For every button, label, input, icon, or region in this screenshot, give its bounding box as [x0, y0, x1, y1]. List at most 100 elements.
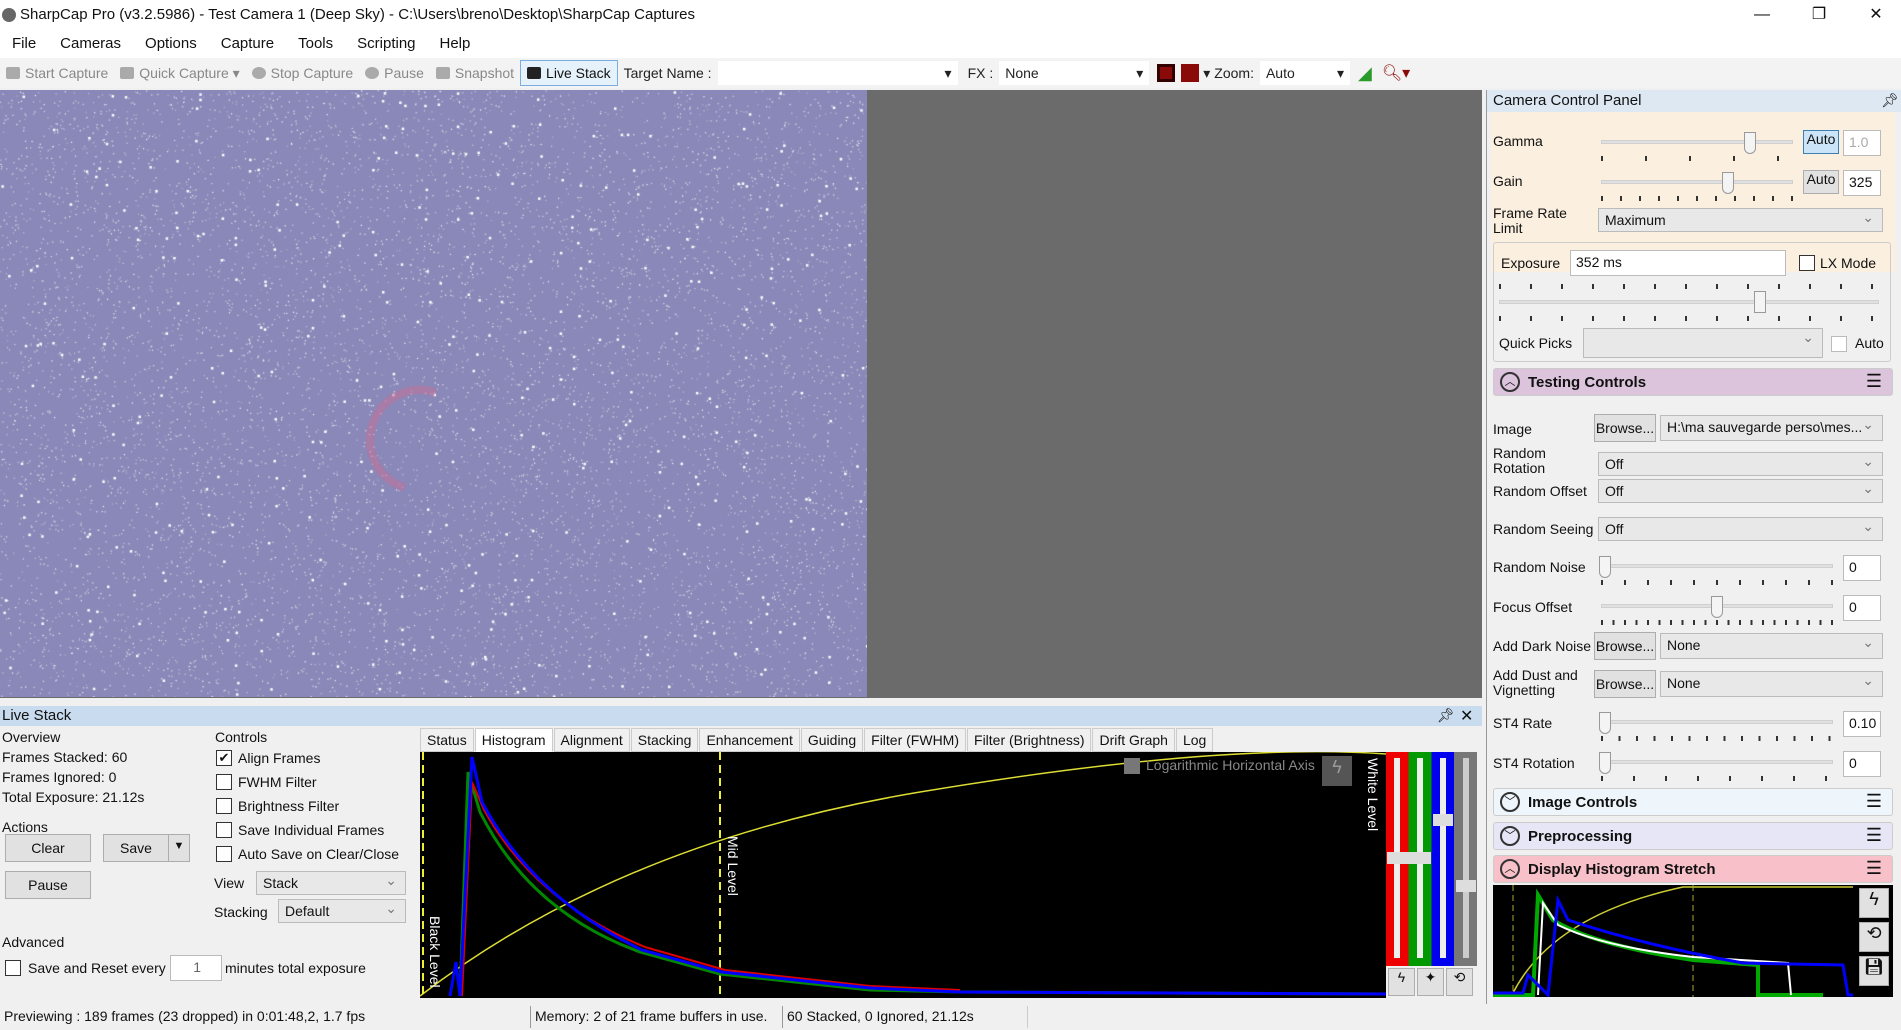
- collapse-icon[interactable]: ︿: [1500, 372, 1520, 392]
- exposure-slider[interactable]: [1499, 300, 1879, 304]
- random-noise-value[interactable]: 0: [1843, 555, 1881, 581]
- gamma-value[interactable]: 1.0: [1843, 130, 1881, 156]
- tab-log[interactable]: Log: [1175, 728, 1214, 752]
- tab-filter-fwhm-[interactable]: Filter (FWHM): [864, 728, 967, 752]
- channel-slider-thumb[interactable]: [1433, 814, 1453, 826]
- minutes-stepper[interactable]: 1: [170, 955, 222, 981]
- preprocessing-header[interactable]: ﹀ Preprocessing ☰: [1493, 822, 1893, 850]
- focus-offset-slider-thumb[interactable]: [1711, 596, 1723, 618]
- st4-rotation-slider-thumb[interactable]: [1599, 752, 1611, 774]
- menu-file[interactable]: File: [0, 35, 48, 52]
- start-capture-button[interactable]: Start Capture: [0, 60, 114, 86]
- quick-picks-auto-checkbox[interactable]: [1831, 336, 1847, 352]
- control-checkbox[interactable]: [216, 798, 232, 814]
- tab-alignment[interactable]: Alignment: [553, 728, 630, 752]
- control-checkbox[interactable]: [216, 822, 232, 838]
- menu-icon[interactable]: ☰: [1866, 371, 1882, 392]
- tab-enhancement[interactable]: Enhancement: [699, 728, 800, 752]
- dust-browse-button[interactable]: Browse...: [1594, 670, 1656, 698]
- gamma-slider-thumb[interactable]: [1744, 132, 1757, 154]
- display-stretch-histogram[interactable]: [1493, 885, 1893, 997]
- st4-rotation-slider[interactable]: [1601, 760, 1833, 764]
- auto-stretch-lightning-icon[interactable]: ϟ: [1859, 888, 1889, 918]
- close-button[interactable]: ✕: [1848, 0, 1901, 29]
- snapshot-button[interactable]: Snapshot: [430, 60, 520, 86]
- tab-filter-brightness-[interactable]: Filter (Brightness): [967, 728, 1092, 752]
- level-sliders[interactable]: [1386, 752, 1477, 966]
- menu-help[interactable]: Help: [428, 35, 483, 52]
- random-noise-slider-thumb[interactable]: [1599, 556, 1611, 578]
- channel-slider-thumb[interactable]: [1387, 852, 1431, 864]
- channel-slider-thumb[interactable]: [1456, 880, 1476, 892]
- save-button[interactable]: Save: [103, 834, 169, 862]
- tab-stacking[interactable]: Stacking: [630, 728, 699, 752]
- gain-slider[interactable]: [1601, 180, 1793, 184]
- pause-button[interactable]: Pause: [5, 871, 91, 899]
- pin-icon[interactable]: 📌︎: [1437, 707, 1455, 724]
- reticle-icon[interactable]: [1181, 64, 1200, 82]
- tab-guiding[interactable]: Guiding: [800, 728, 864, 752]
- stop-capture-button[interactable]: Stop Capture: [246, 60, 360, 86]
- gain-slider-thumb[interactable]: [1721, 172, 1734, 194]
- dark-noise-browse-button[interactable]: Browse...: [1594, 632, 1656, 660]
- captured-image[interactable]: [0, 90, 867, 697]
- target-name-combo[interactable]: ▾: [717, 61, 958, 85]
- image-controls-header[interactable]: ﹀ Image Controls ☰: [1493, 788, 1893, 816]
- stack-histogram[interactable]: [420, 752, 1386, 998]
- fx-combo[interactable]: None ▾: [999, 61, 1150, 85]
- magnifier-icon[interactable]: 🔍︎▾: [1382, 63, 1410, 83]
- lightning-icon[interactable]: ϟ: [1388, 968, 1415, 996]
- gain-value[interactable]: 325: [1843, 170, 1881, 196]
- menu-icon[interactable]: ☰: [1866, 791, 1882, 812]
- tab-status[interactable]: Status: [420, 728, 474, 752]
- random-seeing-select[interactable]: Off: [1598, 517, 1883, 541]
- st4-rate-slider[interactable]: [1601, 720, 1833, 724]
- st4-rotation-value[interactable]: 0: [1843, 751, 1881, 777]
- pause-button[interactable]: Pause: [359, 60, 430, 86]
- dark-noise-select[interactable]: None: [1660, 633, 1883, 659]
- control-checkbox[interactable]: [216, 846, 232, 862]
- menu-capture[interactable]: Capture: [209, 35, 286, 52]
- star-icon[interactable]: ✦: [1417, 968, 1444, 996]
- save-dropdown-icon[interactable]: ▼: [168, 834, 190, 862]
- maximize-button[interactable]: ❐: [1791, 0, 1847, 29]
- focus-box-icon[interactable]: [1157, 64, 1176, 82]
- image-select[interactable]: H:\ma sauvegarde perso\mes...: [1660, 415, 1883, 441]
- tab-histogram[interactable]: Histogram: [474, 728, 553, 752]
- testing-controls-header[interactable]: ︿ Testing Controls ☰: [1493, 368, 1893, 396]
- quick-picks-select[interactable]: [1583, 328, 1823, 358]
- lx-mode-checkbox[interactable]: [1799, 255, 1815, 271]
- minimize-button[interactable]: —: [1734, 0, 1790, 29]
- reset-stretch-icon[interactable]: ⟲: [1859, 922, 1889, 952]
- pin-icon[interactable]: 📌︎: [1881, 92, 1899, 109]
- st4-rate-slider-thumb[interactable]: [1599, 712, 1611, 734]
- auto-stretch-lightning-icon[interactable]: ϟ: [1322, 756, 1352, 786]
- control-checkbox[interactable]: ✔: [216, 750, 232, 766]
- stacking-select[interactable]: Default: [278, 899, 406, 923]
- quick-capture-button[interactable]: Quick Capture ▾: [114, 60, 245, 86]
- menu-scripting[interactable]: Scripting: [345, 35, 427, 52]
- exposure-input[interactable]: 352 ms: [1570, 250, 1786, 276]
- close-live-stack-icon[interactable]: ✕: [1460, 706, 1473, 726]
- menu-icon[interactable]: ☰: [1866, 858, 1882, 879]
- dust-select[interactable]: None: [1660, 671, 1883, 697]
- gamma-slider[interactable]: [1601, 140, 1793, 144]
- menu-cameras[interactable]: Cameras: [48, 35, 133, 52]
- view-select[interactable]: Stack: [256, 871, 406, 895]
- collapse-icon[interactable]: ︿: [1500, 859, 1520, 879]
- random-offset-select[interactable]: Off: [1598, 479, 1883, 503]
- log-axis-checkbox[interactable]: [1124, 758, 1140, 774]
- display-stretch-header[interactable]: ︿ Display Histogram Stretch ☰: [1493, 855, 1893, 883]
- reset-icon[interactable]: ⟲: [1446, 968, 1473, 996]
- exposure-slider-thumb[interactable]: [1754, 291, 1767, 313]
- random-rotation-select[interactable]: Off: [1598, 452, 1883, 476]
- expand-icon[interactable]: ﹀: [1500, 792, 1520, 812]
- frame-rate-select[interactable]: Maximum: [1598, 208, 1883, 232]
- save-stretch-icon[interactable]: 💾︎: [1859, 956, 1889, 986]
- image-browse-button[interactable]: Browse...: [1594, 414, 1656, 442]
- zoom-combo[interactable]: Auto ▾: [1259, 61, 1350, 85]
- gamma-auto-button[interactable]: Auto: [1803, 130, 1839, 154]
- random-noise-slider[interactable]: [1601, 564, 1833, 568]
- expand-icon[interactable]: ﹀: [1500, 826, 1520, 846]
- tab-drift-graph[interactable]: Drift Graph: [1092, 728, 1175, 752]
